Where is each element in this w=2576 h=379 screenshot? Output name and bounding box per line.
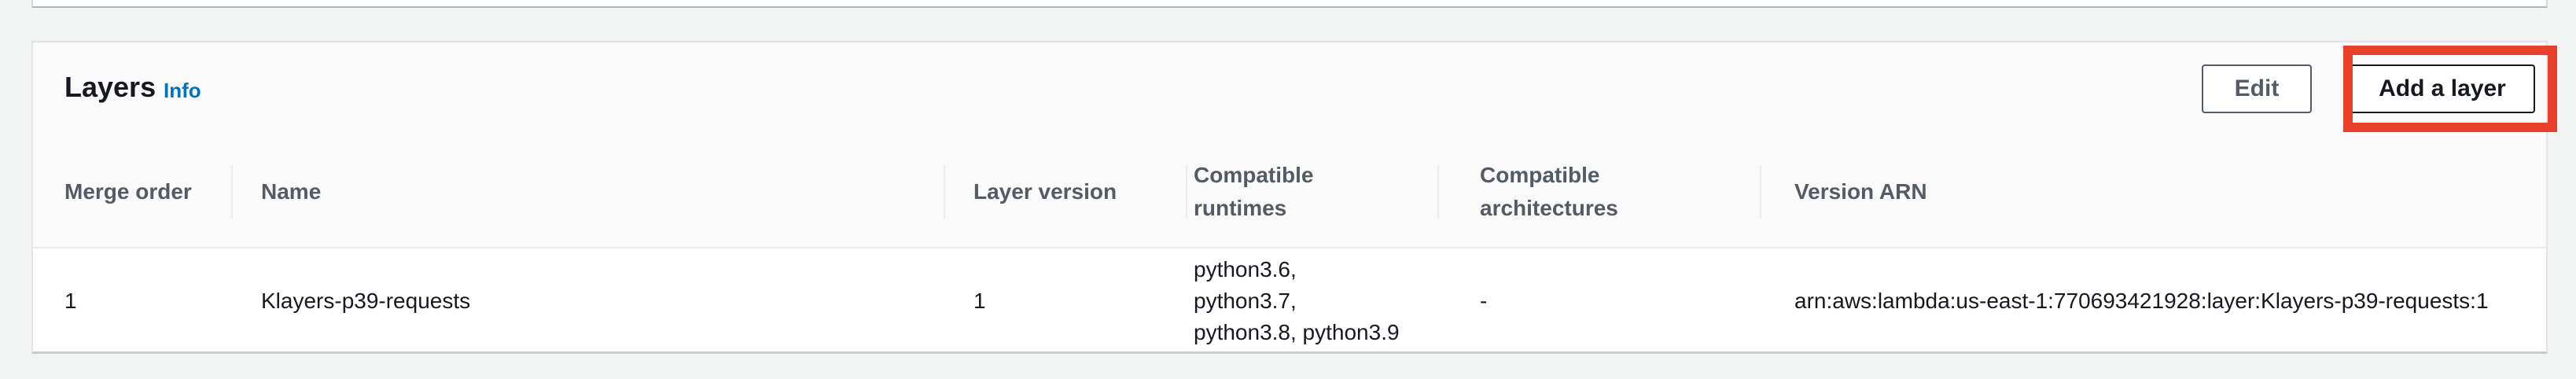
add-layer-highlight-box <box>2343 46 2557 132</box>
cell-compatible-architectures: - <box>1480 288 1488 313</box>
layers-table-header: Merge order Name Layer version Compatibl… <box>33 137 2546 248</box>
column-header-name[interactable]: Name <box>261 137 937 247</box>
column-header-layer-version[interactable]: Layer version <box>973 137 1178 247</box>
cell-merge-order: 1 <box>64 288 77 313</box>
column-header-version-arn[interactable]: Version ARN <box>1794 137 2502 247</box>
column-header-compatible-architectures[interactable]: Compatible architectures <box>1480 137 1731 247</box>
table-row: 1 Klayers-p39-requests 1 python3.6, pyth… <box>33 248 2546 353</box>
cell-layer-version: 1 <box>973 288 986 313</box>
layers-panel-header: Layers Info Edit Add a layer <box>33 42 2557 138</box>
info-link[interactable]: Info <box>164 79 201 103</box>
column-divider[interactable] <box>1760 165 1761 219</box>
cell-version-arn: arn:aws:lambda:us-east-1:770693421928:la… <box>1794 288 2489 313</box>
column-header-compatible-runtimes[interactable]: Compatible runtimes <box>1194 137 1430 247</box>
column-divider[interactable] <box>231 165 233 219</box>
layers-title: Layers <box>64 71 156 103</box>
edit-button[interactable]: Edit <box>2202 64 2312 113</box>
column-divider[interactable] <box>944 165 945 219</box>
column-header-merge-order[interactable]: Merge order <box>64 137 222 247</box>
column-divider[interactable] <box>1186 165 1187 219</box>
column-divider[interactable] <box>1437 165 1439 219</box>
previous-panel-bottom <box>31 0 2548 8</box>
cell-name: Klayers-p39-requests <box>261 288 471 313</box>
layers-panel: Layers Info Edit Add a layer Merge order… <box>31 41 2557 354</box>
cell-compatible-runtimes: python3.6, python3.7, python3.8, python3… <box>1194 256 1400 344</box>
